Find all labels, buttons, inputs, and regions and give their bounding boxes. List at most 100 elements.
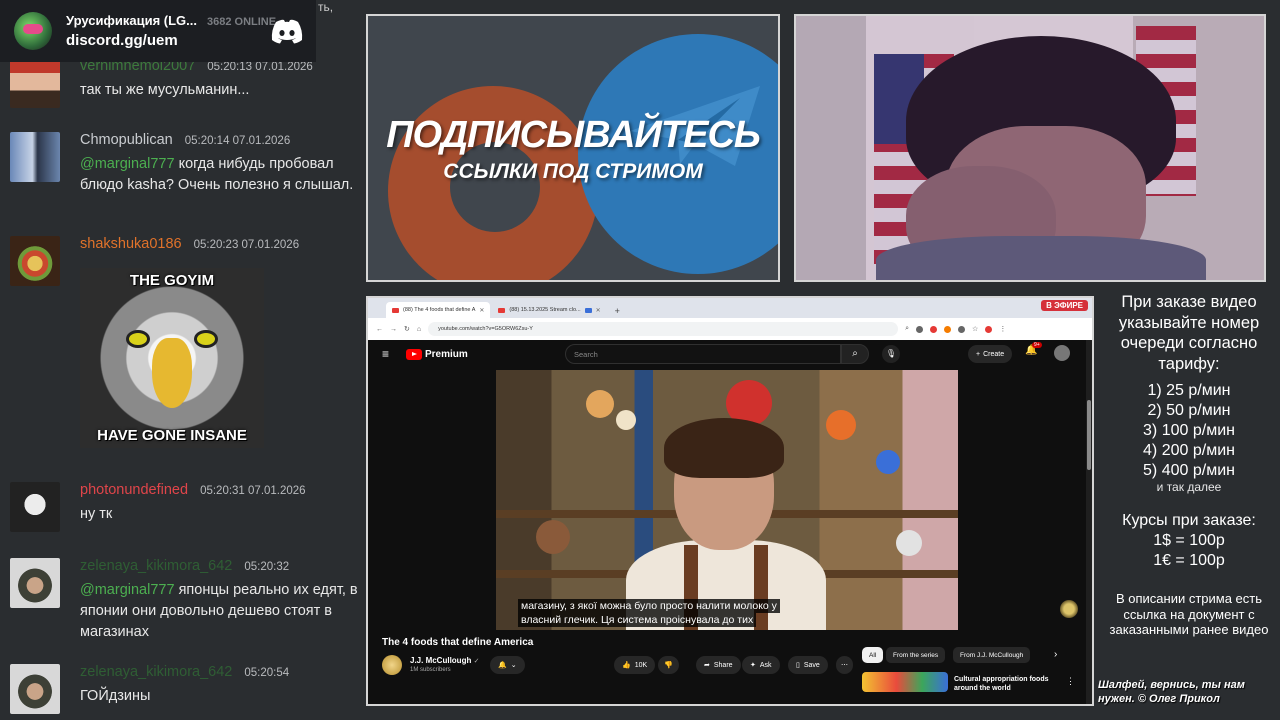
back-icon[interactable]: ← — [376, 326, 383, 333]
webcam-tint — [796, 16, 1264, 280]
more-actions-button[interactable]: ⋯ — [836, 656, 853, 674]
create-button[interactable]: + Create — [968, 345, 1013, 363]
sticker-icon — [1060, 600, 1078, 618]
eagle-beak — [152, 338, 192, 408]
account-avatar[interactable] — [1054, 345, 1070, 361]
youtube-premium-logo[interactable]: Premium — [406, 348, 468, 360]
browser-window[interactable]: (88) The 4 foods that define A ✕ (88) 15… — [366, 296, 1094, 706]
channel-name-text: J.J. McCullough — [410, 656, 472, 665]
order-info-panel: При заказе видео указывайте номер очеред… — [1098, 292, 1280, 638]
profile-icon[interactable] — [985, 325, 993, 333]
search-button[interactable]: ⌕ — [841, 344, 869, 364]
tariff-item: 1) 25 р/мин — [1147, 382, 1231, 399]
save-button[interactable]: ▯ Save — [788, 656, 828, 674]
thumbs-up-icon: 👍 — [622, 662, 631, 669]
close-icon[interactable]: ✕ — [479, 307, 484, 314]
ask-button[interactable]: ✦ Ask — [742, 656, 780, 674]
browser-menu-icon[interactable]: ⋮ — [999, 325, 1006, 333]
avatar[interactable] — [10, 558, 60, 608]
search-input[interactable]: Search — [565, 344, 841, 364]
chip-from-series[interactable]: From the series — [886, 647, 946, 663]
home-icon[interactable]: ⌂ — [417, 326, 421, 333]
bookmark-icon: ▯ — [796, 662, 800, 669]
username[interactable]: shakshuka0186 — [80, 236, 182, 252]
toy — [536, 520, 570, 554]
notification-badge: 9+ — [1032, 342, 1042, 348]
message-text: ну тк — [80, 506, 113, 522]
eagle-eye-left — [126, 330, 150, 348]
rate-item: 1$ = 100р — [1153, 532, 1225, 549]
message-text: @marginal777 японцы реально их едят, в я… — [80, 582, 358, 640]
extension-icon[interactable] — [916, 325, 924, 333]
reload-icon[interactable]: ↻ — [404, 325, 410, 333]
verified-icon: ✓ — [473, 658, 480, 665]
recommended-thumbnail[interactable] — [862, 672, 948, 692]
browser-tab[interactable]: (88) 15.13.2025 Stream clo... ✕ — [492, 302, 606, 318]
tab-label: (88) The 4 foods that define A — [403, 307, 476, 313]
timestamp: 05:20:31 07.01.2026 — [200, 485, 306, 497]
extension-icon[interactable] — [944, 325, 952, 333]
webcam-feed — [794, 14, 1266, 282]
microphone-icon[interactable]: 🎙 — [882, 345, 900, 363]
timestamp: 05:20:13 07.01.2026 — [207, 62, 313, 73]
video-player[interactable] — [496, 370, 958, 630]
cut-off-text: ть, — [318, 0, 334, 14]
notifications-bell-icon[interactable]: 🔔 9+ — [1025, 342, 1042, 356]
dislike-button[interactable]: 👎 — [658, 656, 679, 674]
youtube-header: ≡ Premium Search ⌕ 🎙 + Create 🔔 9+ — [368, 340, 1092, 368]
scrollbar-thumb[interactable] — [1087, 400, 1091, 470]
avatar[interactable] — [10, 664, 60, 714]
chevron-right-icon[interactable]: › — [1054, 649, 1057, 660]
eagle-eye-right — [194, 330, 218, 348]
avatar[interactable] — [10, 62, 60, 108]
message-text: @marginal777 когда нибудь пробовал блюдо… — [80, 156, 354, 193]
plus-icon: + — [976, 350, 981, 358]
tab-label: (88) 15.13.2025 Stream clo... — [509, 307, 581, 313]
username[interactable]: photonundefined — [80, 482, 188, 498]
message-text: ГОЙдзины — [80, 688, 151, 704]
url-field[interactable]: youtube.com/watch?v=G5ORW6Zsu-Y — [428, 322, 899, 336]
chip-from-channel[interactable]: From J.J. McCullough — [953, 647, 1031, 663]
more-vert-icon[interactable]: ⋮ — [1066, 676, 1075, 687]
channel-name[interactable]: J.J. McCullough ✓ — [410, 656, 479, 665]
rates-heading: Курсы при заказе: — [1122, 512, 1256, 529]
tariff-item: 3) 100 р/мин — [1143, 422, 1235, 439]
username[interactable]: Chmopublican — [80, 132, 173, 148]
avatar[interactable] — [10, 236, 60, 286]
bookmark-star-icon[interactable]: ☆ — [972, 325, 978, 333]
subscribe-subline: ССЫЛКИ ПОД СТРИМОМ — [443, 160, 703, 183]
chat-feed[interactable]: vernimnemoi2007 05:20:13 07.01.2026 так … — [0, 62, 362, 720]
close-icon[interactable]: ✕ — [596, 307, 601, 314]
username[interactable]: vernimnemoi2007 — [80, 62, 195, 74]
bell-icon: 🔔 — [498, 662, 507, 669]
tariff-item: 4) 200 р/мин — [1143, 442, 1235, 459]
search-icon[interactable]: ⌕ — [905, 325, 909, 333]
username[interactable]: zelenaya_kikimora_642 — [80, 558, 232, 574]
eagle-meme-image[interactable]: THE GOYIM HAVE GONE INSANE — [80, 268, 264, 448]
online-count: 3682 ONLINE — [207, 16, 277, 28]
invite-link[interactable]: discord.gg/uem — [66, 32, 276, 49]
subscribed-bell-button[interactable]: 🔔 ⌄ — [490, 656, 525, 674]
extension-icon[interactable] — [930, 325, 938, 333]
tab-bar: (88) The 4 foods that define A ✕ (88) 15… — [368, 298, 1092, 318]
scrollbar[interactable] — [1086, 340, 1092, 704]
avatar[interactable] — [10, 132, 60, 182]
description-note: В описании стрима есть ссылка на докумен… — [1109, 591, 1269, 637]
thumbs-down-icon: 👎 — [664, 662, 673, 669]
forward-icon[interactable]: → — [390, 326, 397, 333]
extension-icon[interactable] — [958, 325, 966, 333]
new-tab-button[interactable]: + — [609, 306, 626, 318]
hamburger-menu-icon[interactable]: ≡ — [382, 347, 389, 361]
mention[interactable]: @marginal777 — [80, 156, 175, 172]
like-button[interactable]: 👍 10K — [614, 656, 656, 674]
channel-avatar[interactable] — [382, 655, 402, 675]
share-button[interactable]: ➦ Share — [696, 656, 741, 674]
chip-all[interactable]: All — [862, 647, 884, 663]
browser-tab[interactable]: (88) The 4 foods that define A ✕ — [386, 302, 491, 318]
mention[interactable]: @marginal777 — [80, 582, 175, 598]
username[interactable]: zelenaya_kikimora_642 — [80, 664, 232, 680]
tariff-item: 5) 400 р/мин — [1143, 462, 1235, 479]
discord-widget[interactable]: Урусификация (LG... 3682 ONLINE discord.… — [0, 0, 316, 62]
recommended-title[interactable]: Cultural appropriation foods around the … — [954, 675, 1054, 693]
avatar[interactable] — [10, 482, 60, 532]
